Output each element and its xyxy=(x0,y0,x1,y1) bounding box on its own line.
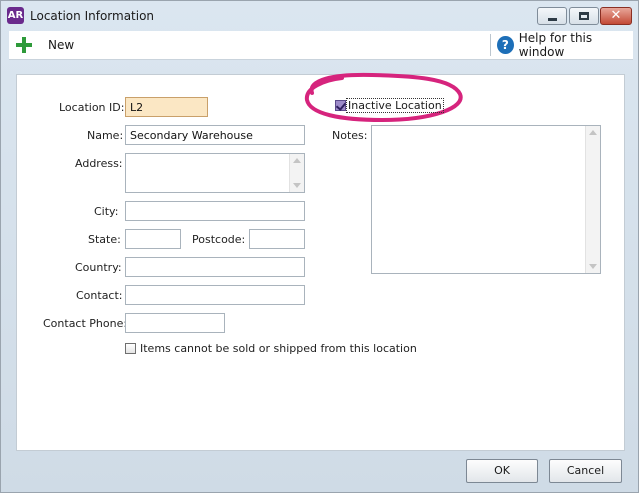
location-id-label: Location ID: xyxy=(59,101,125,114)
state-label: State: xyxy=(88,233,121,246)
minimize-button[interactable] xyxy=(537,7,567,25)
cancel-button[interactable]: Cancel xyxy=(549,459,622,483)
toolbar: New ? Help for this window xyxy=(9,31,633,60)
inactive-location-checkbox[interactable] xyxy=(335,100,347,111)
inactive-location-label[interactable]: Inactive Location xyxy=(346,98,444,113)
city-label: City: xyxy=(94,205,119,218)
postcode-input[interactable] xyxy=(249,229,305,249)
window-title: Location Information xyxy=(30,9,155,23)
location-id-input[interactable] xyxy=(125,97,208,117)
city-input[interactable] xyxy=(125,201,305,221)
maximize-icon xyxy=(579,12,589,20)
name-label: Name: xyxy=(87,129,124,142)
address-scrollbar[interactable] xyxy=(289,154,304,192)
maximize-button[interactable] xyxy=(569,7,599,25)
ok-button[interactable]: OK xyxy=(466,459,538,483)
country-label: Country: xyxy=(75,261,122,274)
address-label: Address: xyxy=(75,157,123,170)
toolbar-separator xyxy=(490,34,491,56)
scroll-up-icon xyxy=(589,130,597,135)
contact-input[interactable] xyxy=(125,285,305,305)
name-input[interactable] xyxy=(125,125,305,145)
postcode-label: Postcode: xyxy=(192,233,246,246)
notes-textarea[interactable] xyxy=(371,125,601,274)
items-cannot-be-sold-label[interactable]: Items cannot be sold or shipped from thi… xyxy=(140,342,417,355)
scroll-up-icon xyxy=(293,158,301,163)
scroll-down-icon xyxy=(589,264,597,269)
contact-phone-input[interactable] xyxy=(125,313,225,333)
help-button[interactable]: ? Help for this window xyxy=(497,31,633,59)
plus-icon xyxy=(15,36,33,54)
contact-phone-label: Contact Phone: xyxy=(43,317,128,330)
help-icon: ? xyxy=(497,36,514,54)
help-button-label: Help for this window xyxy=(518,31,593,59)
form-panel: Location ID: Name: Address: City: State:… xyxy=(16,72,625,451)
address-textarea[interactable] xyxy=(125,153,305,193)
minimize-icon xyxy=(548,18,557,21)
check-icon xyxy=(335,100,347,111)
title-bar: AR Location Information ✕ xyxy=(1,1,638,31)
notes-scrollbar[interactable] xyxy=(585,126,600,273)
items-cannot-be-sold-checkbox[interactable] xyxy=(125,343,136,354)
new-button[interactable]: New xyxy=(15,36,74,54)
state-input[interactable] xyxy=(125,229,181,249)
country-input[interactable] xyxy=(125,257,305,277)
close-icon: ✕ xyxy=(610,8,622,23)
location-information-window: AR Location Information ✕ New ? Help for… xyxy=(0,0,639,493)
notes-label: Notes: xyxy=(332,129,368,142)
contact-label: Contact: xyxy=(76,289,123,302)
new-button-label: New xyxy=(48,38,75,52)
scroll-down-icon xyxy=(293,183,301,188)
app-badge: AR xyxy=(7,7,24,24)
close-button[interactable]: ✕ xyxy=(600,7,632,25)
